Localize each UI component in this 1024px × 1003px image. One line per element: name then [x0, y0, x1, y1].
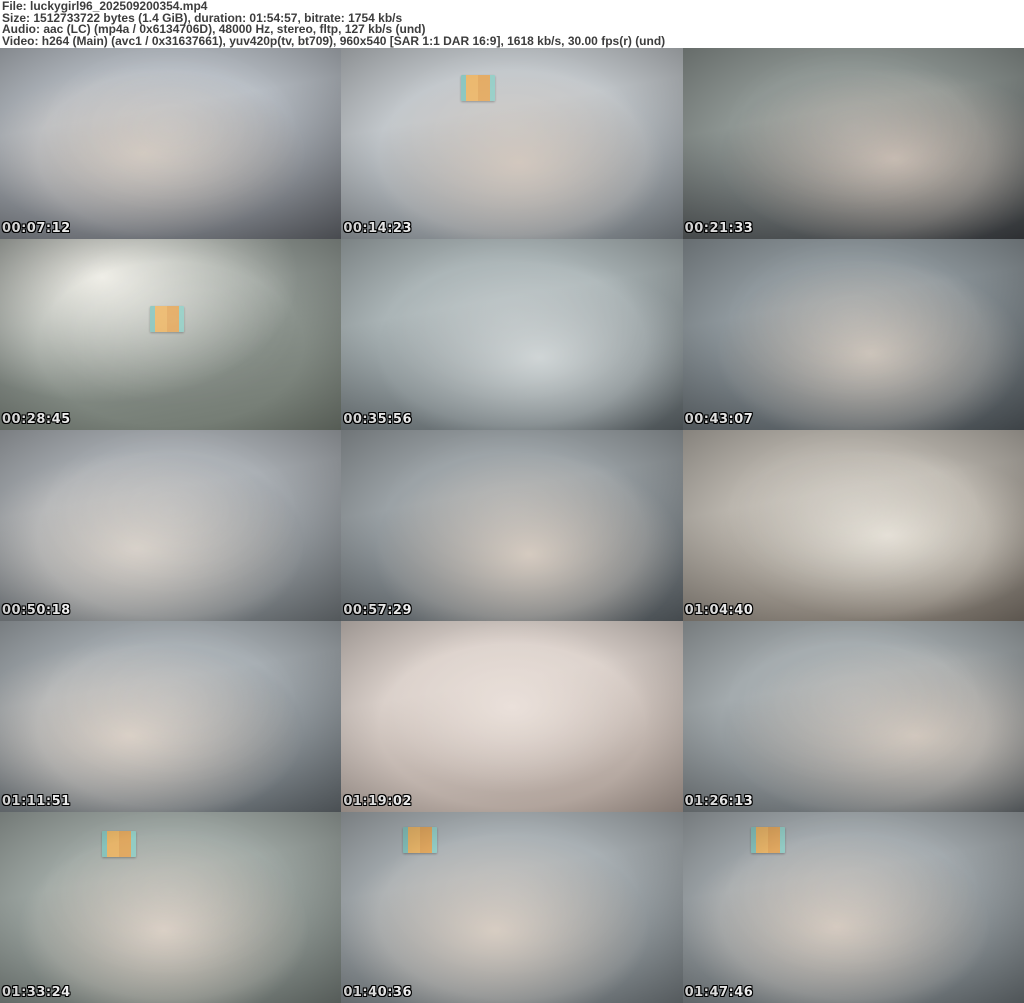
- video-thumbnail[interactable]: 00:21:33: [682, 48, 1024, 239]
- timestamp-overlay: 01:11:51: [2, 794, 71, 809]
- video-thumbnail[interactable]: 01:33:24: [0, 812, 342, 1003]
- timestamp-overlay: 00:21:33: [684, 221, 754, 236]
- video-thumbnail[interactable]: 00:35:56: [341, 239, 683, 430]
- video-thumbnail[interactable]: 00:50:18: [0, 430, 342, 621]
- video-thumbnail[interactable]: 01:19:02: [341, 621, 683, 812]
- timestamp-overlay: 00:43:07: [684, 412, 754, 427]
- timestamp-overlay: 01:40:36: [343, 985, 412, 1000]
- wall-art-placeholder: [402, 827, 437, 854]
- timestamp-overlay: 01:19:02: [343, 794, 412, 809]
- video-thumbnail[interactable]: 01:26:13: [682, 621, 1024, 812]
- video-thumbnail[interactable]: 01:40:36: [341, 812, 683, 1003]
- metadata-line-video: Video: h264 (Main) (avc1 / 0x31637661), …: [2, 33, 666, 48]
- wall-art-placeholder: [460, 74, 495, 101]
- video-thumbnail[interactable]: 00:28:45: [0, 239, 342, 430]
- wall-art-placeholder: [150, 305, 185, 332]
- video-thumbnail[interactable]: 00:14:23: [341, 48, 683, 239]
- wall-art-placeholder: [102, 831, 137, 858]
- timestamp-overlay: 00:14:23: [343, 221, 412, 236]
- video-thumbnail[interactable]: 01:47:46: [682, 812, 1024, 1003]
- timestamp-overlay: 01:26:13: [684, 794, 754, 809]
- timestamp-overlay: 00:35:56: [343, 412, 412, 427]
- timestamp-overlay: 01:04:40: [684, 603, 754, 618]
- timestamp-overlay: 01:33:24: [2, 985, 71, 1000]
- video-contact-sheet: File: luckygirl96_202509200354.mp4 Size:…: [0, 0, 1024, 1003]
- timestamp-overlay: 00:57:29: [343, 603, 412, 618]
- video-thumbnail[interactable]: 01:04:40: [682, 430, 1024, 621]
- wall-art-placeholder: [750, 827, 785, 854]
- video-thumbnail[interactable]: 00:07:12: [0, 48, 342, 239]
- video-thumbnail[interactable]: 01:11:51: [0, 621, 342, 812]
- video-thumbnail[interactable]: 00:57:29: [341, 430, 683, 621]
- timestamp-overlay: 00:28:45: [2, 412, 71, 427]
- file-metadata-header: File: luckygirl96_202509200354.mp4 Size:…: [0, 0, 1024, 48]
- video-thumbnail[interactable]: 00:43:07: [682, 239, 1024, 430]
- timestamp-overlay: 00:07:12: [2, 221, 71, 236]
- timestamp-overlay: 01:47:46: [684, 985, 754, 1000]
- thumbnail-grid: 00:07:12 00:14:23 00:21:33 00:28:45 00:35:56…: [0, 48, 1024, 1003]
- timestamp-overlay: 00:50:18: [2, 603, 71, 618]
